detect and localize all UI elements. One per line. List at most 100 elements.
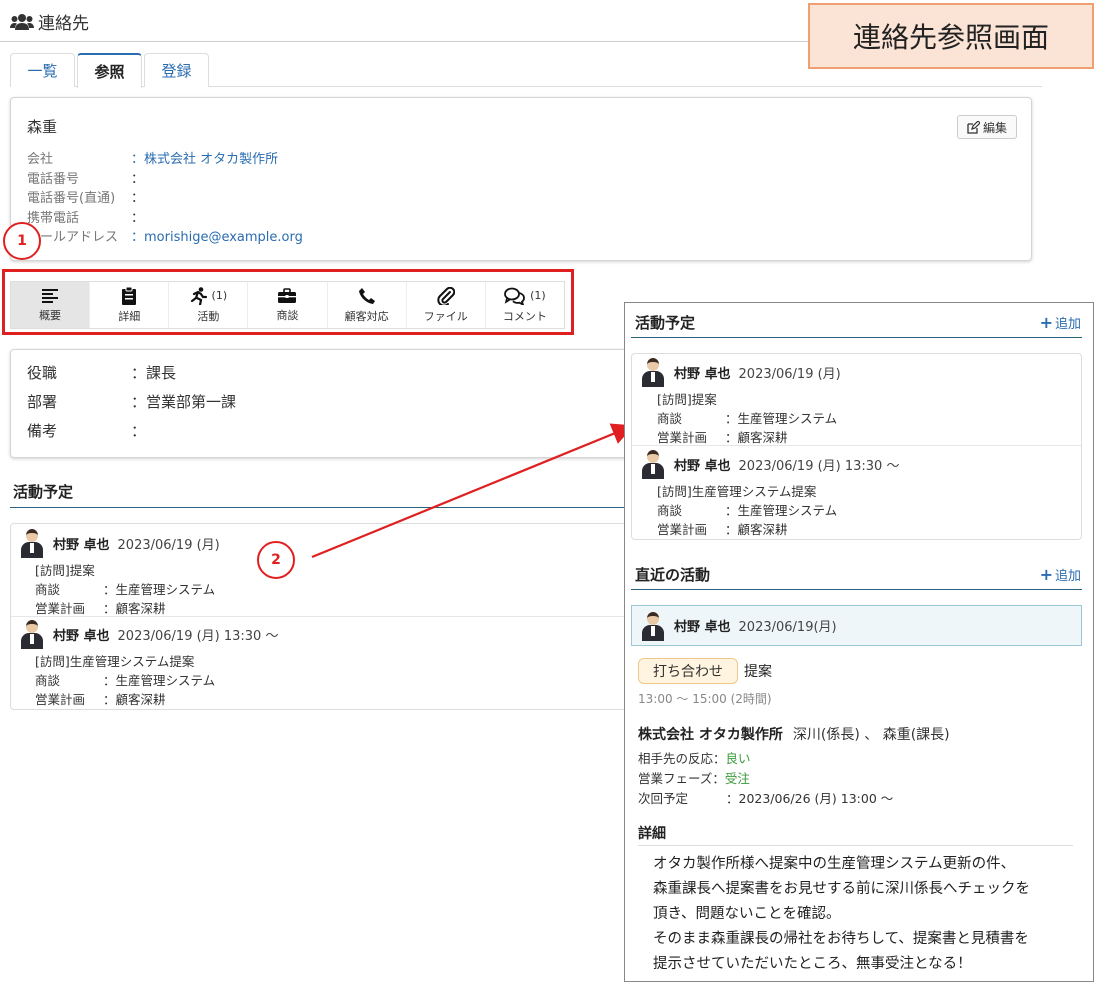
field-phone: 電話番号 ： [27, 168, 144, 187]
toolbar-label: 商談 [276, 308, 299, 322]
company-link[interactable]: ：株式会社 オタカ製作所 [131, 148, 278, 167]
field-label: メールアドレス [27, 230, 119, 245]
field-label: 電話番号 [27, 172, 80, 187]
entry-user: 村野 卓也 [53, 537, 110, 553]
edit-label: 編集 [982, 120, 1007, 135]
add-label: 追加 [1054, 569, 1081, 584]
entry-value: ：生産管理システム [725, 411, 838, 426]
tab-register[interactable]: 登録 [144, 53, 209, 87]
page-title-text: 連絡先 [38, 14, 89, 34]
detail-text: オタカ製作所様へ提案中の生産管理システム更新の件、 森重課長へ提案書をお見せする… [653, 852, 1030, 977]
entry-value: ：顧客深耕 [725, 522, 788, 537]
detail-panel: 活動予定 + 追加 村野 卓也 2023/06/19 (月) [訪問]提案 商談：… [624, 302, 1094, 982]
recent-entry-header[interactable]: 村野 卓也 2023/06/19(月) [631, 605, 1082, 646]
callout-1: 1 [3, 222, 41, 260]
schedule-title: 活動予定 [13, 483, 74, 501]
entry-subject-text: [訪問]提案 [35, 563, 95, 578]
activity-count: (1) [211, 289, 228, 302]
entry-value: ：顧客深耕 [103, 692, 166, 707]
detail-line: そのまま森重課長の帰社をお待ちして、提案書と見積書を [653, 931, 1029, 947]
users-icon [10, 13, 34, 30]
contact-name: 森重 [27, 118, 58, 136]
entry-label: 営業計画 [657, 522, 708, 537]
edit-button[interactable]: 編集 [957, 115, 1017, 139]
comments-icon [504, 287, 526, 305]
field-value: ：課長 [131, 364, 177, 382]
toolbar-overview[interactable]: 概要 [11, 282, 91, 328]
entry-user: 村野 卓也 [674, 458, 731, 474]
entry-value: ：生産管理システム [103, 673, 216, 688]
activity-attendees: 深川(係長) 、 森重(課長) [792, 727, 950, 743]
edit-icon [967, 120, 980, 134]
activity-subject: 提案 [744, 664, 772, 680]
schedule-entry[interactable]: 村野 卓也 2023/06/19 (月) [訪問]提案 商談 ：生産管理システム … [632, 354, 1081, 446]
toolbar-deals[interactable]: 商談 [248, 282, 328, 328]
schedule-entry[interactable]: 村野 卓也 2023/06/19 (月) 13:30 ～ [訪問]生産管理システ… [11, 617, 630, 709]
activity-time: 13:00 ～ 15:00 (2時間) [638, 692, 772, 706]
add-recent-button[interactable]: + 追加 [1040, 565, 1081, 584]
avatar [640, 357, 666, 387]
toolbar-label: 概要 [39, 308, 62, 322]
add-schedule-button[interactable]: + 追加 [1040, 313, 1081, 332]
toolbar-files[interactable]: ファイル [407, 282, 486, 328]
schedule-entry[interactable]: 村野 卓也 2023/06/19 (月) 13:30 ～ [訪問]生産管理システ… [632, 446, 1081, 539]
field-value: ： [131, 422, 147, 440]
clipboard-icon [122, 286, 137, 305]
entry-header: 村野 卓也 2023/06/19 (月) 13:30 ～ [19, 619, 622, 649]
toolbar-label: コメント [502, 309, 547, 323]
email-link[interactable]: ：morishige@example.org [131, 226, 303, 245]
plus-icon: + [1039, 313, 1053, 332]
recent-title: 直近の活動 [635, 566, 711, 584]
panel-schedule-list: 村野 卓也 2023/06/19 (月) [訪問]提案 商談 ：生産管理システム … [631, 353, 1082, 540]
detail-line: オタカ製作所様へ提案中の生産管理システム更新の件、 [653, 856, 1016, 872]
field-direct-phone: 電話番号(直通) ： [27, 187, 144, 206]
reaction-label: 相手先の反応： [638, 751, 726, 766]
callout-2: 2 [257, 541, 295, 579]
phase-label: 営業フェーズ： [638, 771, 725, 786]
reaction-row: 相手先の反応：良い [638, 748, 751, 767]
entry-date: 2023/06/19 (月) 13:30 ～ [738, 458, 900, 474]
toolbar-label: 顧客対応 [344, 309, 389, 323]
entry-label: 商談 [657, 411, 683, 426]
toolbar-comments[interactable]: (1) コメント [486, 282, 564, 328]
entry-user: 村野 卓也 [53, 628, 110, 644]
field-position: 役職 ：課長 [27, 362, 176, 383]
section-toolbar: 概要 詳細 (1) 活動 商談 顧客対応 ファイル (1) コメント [10, 281, 565, 329]
field-value: ： [131, 191, 145, 206]
field-label: 備考 [27, 422, 58, 440]
detail-line: 頂き、問題ないことを確認。 [653, 906, 841, 922]
tab-view[interactable]: 参照 [77, 53, 142, 88]
entry-user: 村野 卓也 [674, 620, 731, 635]
entry-header: 村野 卓也 2023/06/19 (月) [640, 357, 1073, 387]
page-title: 連絡先 [10, 9, 89, 34]
avatar [19, 619, 45, 649]
field-email: メールアドレス ：morishige@example.org [27, 226, 303, 245]
tab-list[interactable]: 一覧 [10, 53, 75, 87]
toolbar-activity[interactable]: (1) 活動 [169, 282, 249, 328]
entry-deal: 商談 ：生産管理システム [640, 500, 1073, 519]
field-value: ： [131, 211, 145, 226]
reaction-value: 良い [725, 751, 751, 766]
entry-value: ：顧客深耕 [725, 430, 788, 445]
field-label: 部署 [27, 393, 58, 411]
next-value: ：2023/06/26 (月) 13:00 ～ [726, 791, 894, 806]
entry-subject-text: [訪問]生産管理システム提案 [35, 654, 195, 669]
briefcase-icon [278, 287, 297, 303]
toolbar-label: 詳細 [118, 309, 141, 323]
panel-schedule-title: 活動予定 [635, 314, 696, 332]
toolbar-support[interactable]: 顧客対応 [328, 282, 407, 328]
entry-plan: 営業計画 ：顧客深耕 [640, 427, 1073, 446]
entry-value: ：生産管理システム [103, 582, 216, 597]
phone-icon [358, 287, 375, 304]
section-divider [631, 589, 1082, 590]
entry-header: 村野 卓也 2023/06/19 (月) 13:30 ～ [640, 449, 1073, 479]
entry-deal: 商談 ：生産管理システム [19, 670, 622, 689]
entry-label: 商談 [657, 503, 683, 518]
entry-deal: 商談 ：生産管理システム [19, 579, 622, 598]
entry-deal: 商談 ：生産管理システム [640, 408, 1073, 427]
toolbar-detail[interactable]: 詳細 [90, 282, 170, 328]
avatar [640, 611, 666, 641]
section-divider [631, 337, 1082, 338]
recent-type-row: 打ち合わせ 提案 [638, 658, 772, 684]
tab-bar: 一覧 参照 登録 [10, 50, 1042, 88]
